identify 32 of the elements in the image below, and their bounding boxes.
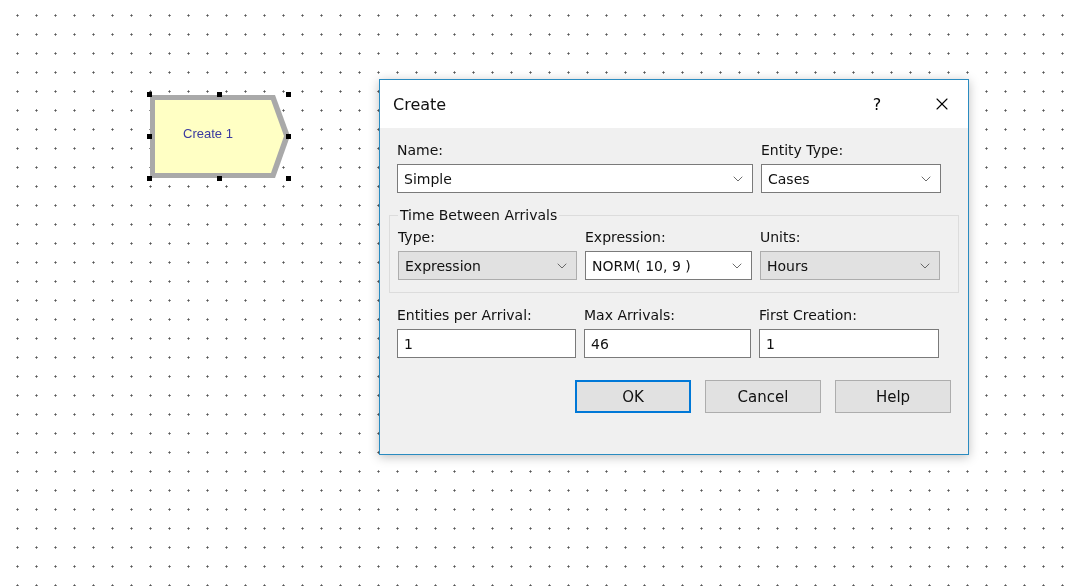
dropdown-field[interactable]: Simple	[397, 164, 753, 193]
group-title: Time Between Arrivals	[399, 207, 559, 223]
selection-handle[interactable]	[286, 92, 291, 97]
field-label: Expression:	[585, 228, 667, 247]
selection-handle[interactable]	[217, 176, 222, 181]
dropdown-field[interactable]: NORM( 10, 9 )	[585, 251, 752, 280]
selection-handle[interactable]	[147, 176, 152, 181]
selection-handle[interactable]	[286, 176, 291, 181]
field-label: Entity Type:	[761, 141, 845, 160]
input-field[interactable]: 1	[397, 329, 576, 358]
field-label: Name:	[397, 141, 445, 160]
help-button[interactable]: ?	[862, 93, 892, 115]
module-shape[interactable]	[147, 92, 291, 181]
dialog-button[interactable]: Cancel	[705, 380, 821, 413]
dropdown-field[interactable]: Cases	[761, 164, 941, 193]
dropdown-field[interactable]: Expression	[398, 251, 577, 280]
dropdown-field[interactable]: Hours	[760, 251, 940, 280]
module-label: Create 1	[183, 126, 233, 141]
input-field[interactable]: 1	[759, 329, 939, 358]
input-field[interactable]: 46	[584, 329, 751, 358]
selection-handle[interactable]	[286, 134, 291, 139]
dialog-button[interactable]: OK	[575, 380, 691, 413]
window-title: Create	[393, 94, 448, 114]
selection-handle[interactable]	[147, 92, 152, 97]
field-label: Type:	[398, 228, 436, 247]
field-label: Max Arrivals:	[584, 306, 676, 325]
field-label: First Creation:	[759, 306, 858, 325]
field-label: Units:	[760, 228, 802, 247]
dialog-button[interactable]: Help	[835, 380, 951, 413]
selection-handle[interactable]	[147, 134, 152, 139]
field-label: Entities per Arrival:	[397, 306, 533, 325]
selection-handle[interactable]	[217, 92, 222, 97]
